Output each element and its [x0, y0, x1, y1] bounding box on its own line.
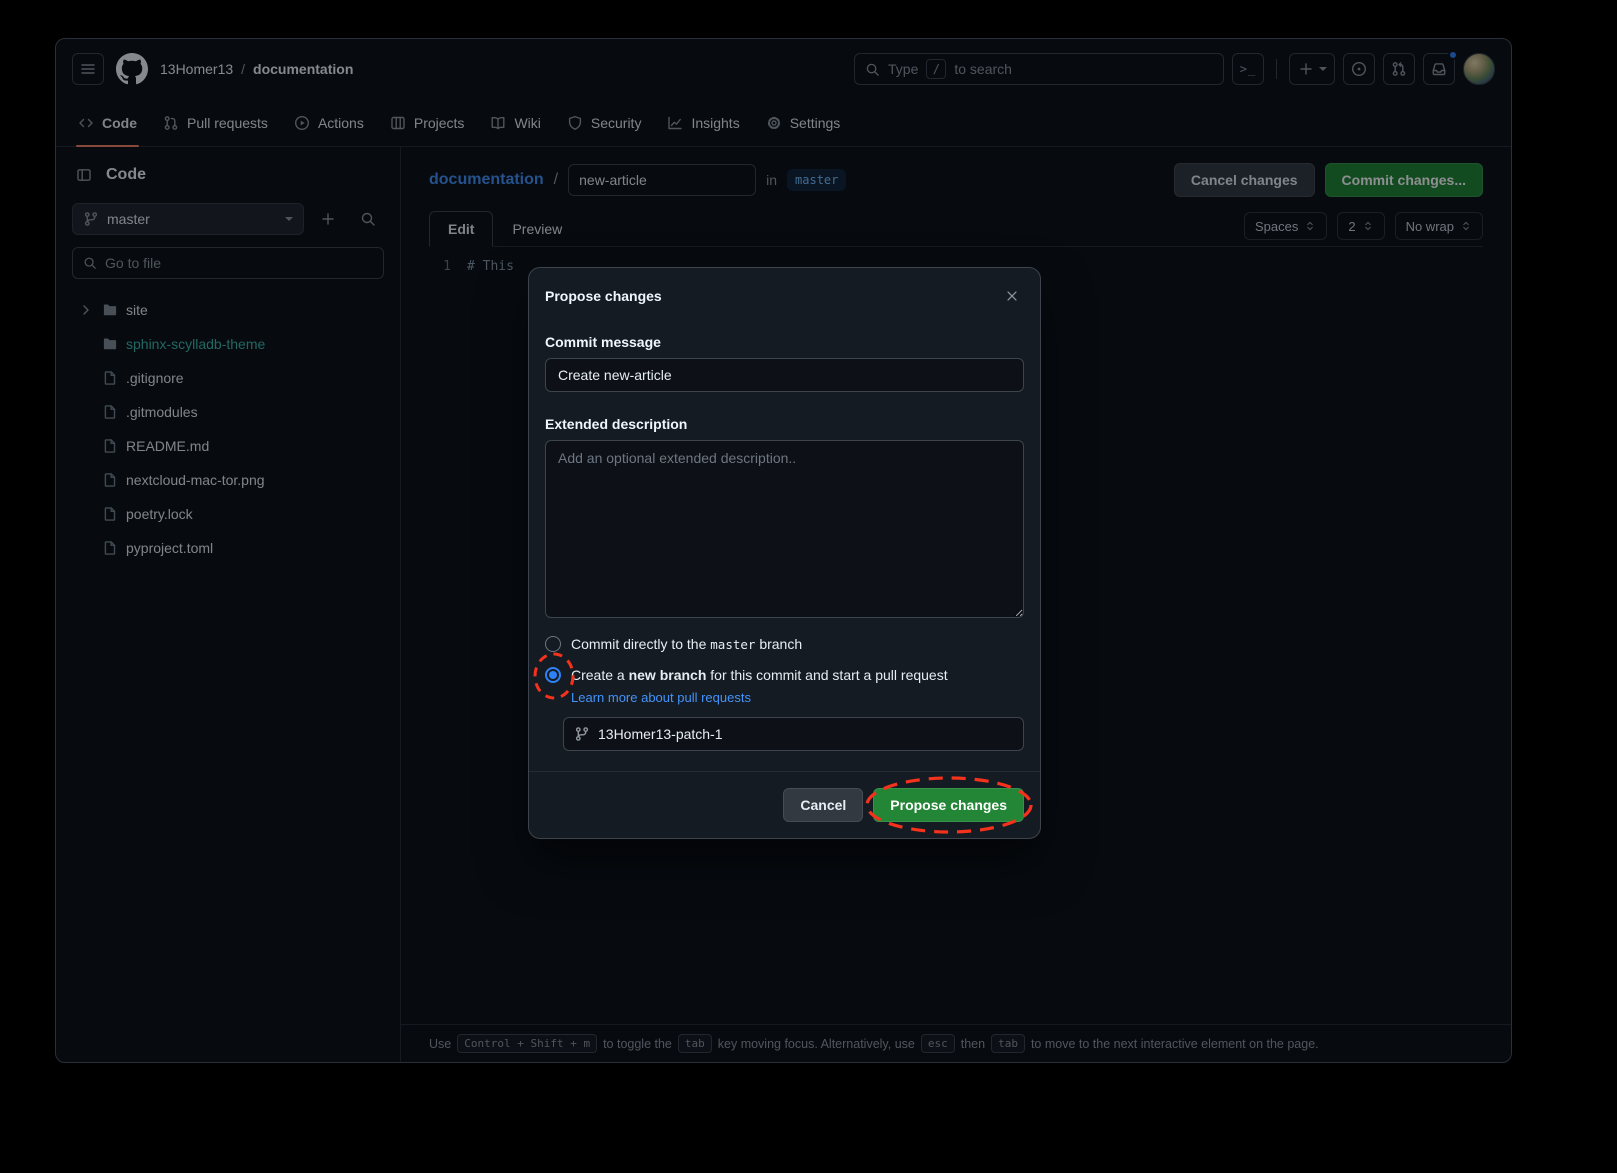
- radio-direct-label: Commit directly to the master branch: [571, 636, 802, 652]
- branch-name-input[interactable]: [598, 726, 1013, 742]
- new-branch-bold: new branch: [629, 667, 707, 683]
- dialog-title: Propose changes: [545, 288, 662, 304]
- learn-more-link[interactable]: Learn more about pull requests: [571, 690, 751, 705]
- extended-description-textarea[interactable]: [545, 440, 1024, 618]
- close-icon: [1005, 289, 1019, 303]
- radio-commit-direct[interactable]: [545, 636, 561, 652]
- cancel-button[interactable]: Cancel: [783, 788, 863, 822]
- close-dialog-button[interactable]: [1000, 284, 1024, 308]
- github-window: 13Homer13 / documentation Type / to sear…: [55, 38, 1512, 1063]
- radio-create-branch[interactable]: [545, 667, 561, 683]
- radio-commit-direct-row: Commit directly to the master branch: [545, 636, 1024, 652]
- propose-changes-dialog: Propose changes Commit message Extended …: [528, 267, 1041, 839]
- branch-name-field: [563, 717, 1024, 751]
- extended-description-label: Extended description: [545, 416, 1024, 432]
- propose-changes-button[interactable]: Propose changes: [873, 788, 1024, 822]
- radio-create-branch-row: Create a new branch for this commit and …: [545, 667, 1024, 683]
- master-branch-code: master: [710, 637, 755, 652]
- git-branch-icon: [574, 726, 590, 742]
- radio-branch-label: Create a new branch for this commit and …: [571, 667, 948, 683]
- commit-message-input[interactable]: [545, 358, 1024, 392]
- commit-message-label: Commit message: [545, 334, 1024, 350]
